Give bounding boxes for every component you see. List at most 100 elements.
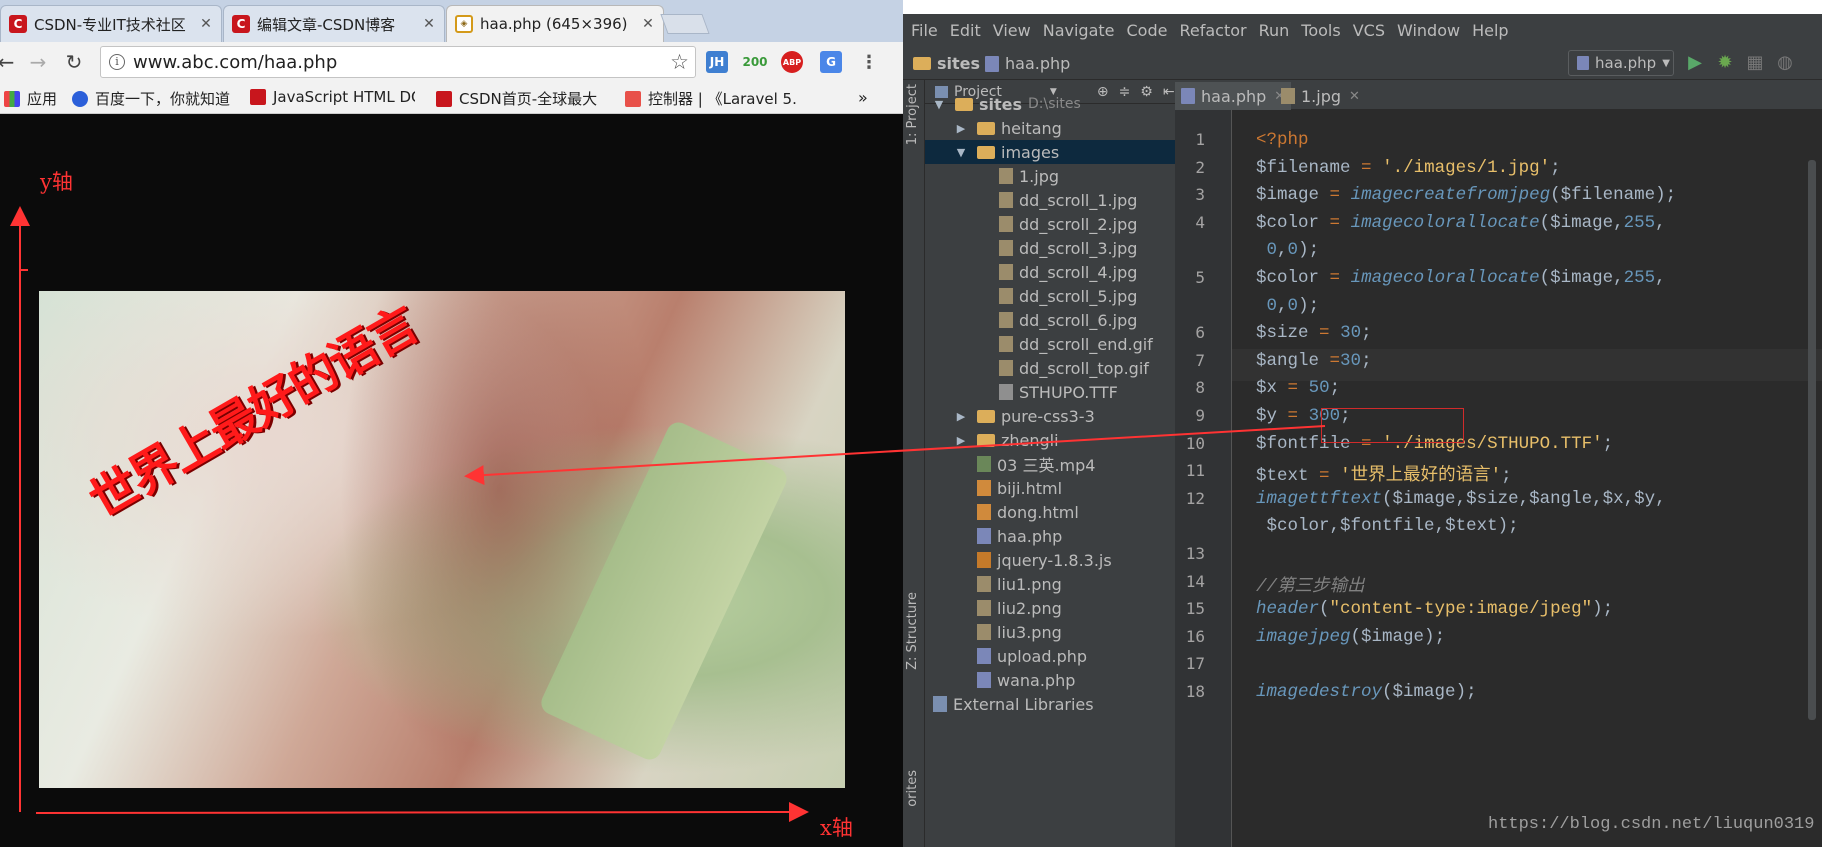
- back-arrow-icon[interactable]: ←: [0, 50, 18, 74]
- bookmark-csdn[interactable]: CSDN首页-全球最大: [436, 88, 608, 109]
- menu-help[interactable]: Help: [1472, 21, 1508, 40]
- code-area[interactable]: <?php $filename = './images/1.jpg'; $image…: [1232, 110, 1822, 847]
- tree-item[interactable]: dd_scroll_top.gif: [925, 356, 1175, 380]
- tab-csdn-edit[interactable]: C 编辑文章-CSDN博客 ✕: [223, 5, 445, 42]
- close-icon[interactable]: ✕: [641, 16, 655, 32]
- tree-item-label: 1.jpg: [1019, 166, 1060, 186]
- editor-tab-1-jpg[interactable]: 1.jpg ✕: [1275, 82, 1366, 110]
- code-line: imagedestroy($image);: [1256, 682, 1477, 702]
- menu-code[interactable]: Code: [1127, 21, 1168, 40]
- tree-item[interactable]: dd_scroll_2.jpg: [925, 212, 1175, 236]
- bookmark-apps[interactable]: 应用: [4, 88, 57, 109]
- run-icon[interactable]: ▶: [1684, 52, 1706, 74]
- tree-item[interactable]: wana.php: [925, 668, 1175, 692]
- img-file-icon: [977, 576, 991, 592]
- collapsed-arrow-icon[interactable]: ▶: [955, 410, 967, 423]
- highlight-box: [1321, 408, 1464, 443]
- tree-item[interactable]: haa.php: [925, 524, 1175, 548]
- csdn-icon: C: [232, 15, 250, 33]
- tree-item[interactable]: 03 三英.mp4: [925, 452, 1175, 476]
- tab-csdn[interactable]: C CSDN-专业IT技术社区 ✕: [0, 5, 222, 42]
- tree-item-label: liu1.png: [997, 574, 1062, 594]
- reload-icon[interactable]: ↻: [62, 50, 86, 74]
- menu-window[interactable]: Window: [1397, 21, 1460, 40]
- laravel-icon: [625, 90, 641, 107]
- tree-item[interactable]: upload.php: [925, 644, 1175, 668]
- bookmarks-overflow[interactable]: »: [858, 88, 868, 107]
- tree-item[interactable]: ▶ heitang: [925, 116, 1175, 140]
- tab-favorites-tool[interactable]: orites: [905, 770, 920, 807]
- menu-navigate[interactable]: Navigate: [1043, 21, 1115, 40]
- bookmark-star-icon[interactable]: ☆: [670, 50, 689, 74]
- debug-icon[interactable]: ✹: [1714, 52, 1736, 74]
- tree-item[interactable]: dd_scroll_4.jpg: [925, 260, 1175, 284]
- menu-view[interactable]: View: [993, 21, 1031, 40]
- close-icon[interactable]: ✕: [1349, 89, 1360, 104]
- code-line: header("content-type:image/jpeg");: [1256, 599, 1614, 620]
- folder-icon: [955, 97, 973, 111]
- tree-item-label: dd_scroll_5.jpg: [1019, 286, 1138, 306]
- tree-item[interactable]: STHUPO.TTF: [925, 380, 1175, 404]
- tab-haa-php[interactable]: ◈ haa.php (645×396) ✕: [446, 5, 664, 42]
- run-config-select[interactable]: haa.php ▼: [1568, 50, 1674, 76]
- tab-project-tool[interactable]: 1: Project: [905, 84, 920, 145]
- img-file-icon: [999, 264, 1013, 280]
- menu-run[interactable]: Run: [1259, 21, 1290, 40]
- menu-vcs[interactable]: VCS: [1353, 21, 1385, 40]
- tree-item[interactable]: dd_scroll_3.jpg: [925, 236, 1175, 260]
- ext-status-icon[interactable]: 200: [740, 51, 770, 73]
- tree-item[interactable]: liu2.png: [925, 596, 1175, 620]
- close-icon[interactable]: ✕: [422, 16, 436, 32]
- tree-item[interactable]: ▼ images: [925, 140, 1175, 164]
- menu-tools[interactable]: Tools: [1301, 21, 1340, 40]
- editor-tab-haa-php[interactable]: haa.php ✕: [1175, 82, 1292, 110]
- expanded-arrow-icon[interactable]: ▼: [933, 98, 945, 111]
- tree-item[interactable]: biji.html: [925, 476, 1175, 500]
- tree-item[interactable]: dd_scroll_end.gif: [925, 332, 1175, 356]
- breadcrumb-sites[interactable]: sites: [913, 54, 980, 73]
- expanded-arrow-icon[interactable]: ▼: [955, 146, 967, 159]
- tree-item[interactable]: ▶ zhengli: [925, 428, 1175, 452]
- tree-item[interactable]: dong.html: [925, 500, 1175, 524]
- line-number: 10: [1185, 433, 1205, 453]
- csdn-icon: [436, 90, 452, 107]
- tree-item[interactable]: liu3.png: [925, 620, 1175, 644]
- menu-file[interactable]: File: [911, 21, 938, 40]
- tab-structure-tool[interactable]: Z: Structure: [905, 592, 920, 670]
- forward-arrow-icon[interactable]: →: [26, 50, 50, 74]
- address-bar[interactable]: i www.abc.com/haa.php ☆: [100, 46, 696, 78]
- info-icon[interactable]: i: [109, 54, 125, 70]
- coverage-icon[interactable]: ▦: [1744, 52, 1766, 74]
- menu-refactor[interactable]: Refactor: [1179, 21, 1246, 40]
- tree-item[interactable]: jquery-1.8.3.js: [925, 548, 1175, 572]
- tab-label: CSDN-专业IT技术社区: [34, 15, 186, 34]
- editor-scrollbar[interactable]: [1808, 160, 1816, 720]
- php-image-icon: ◈: [455, 15, 473, 33]
- tree-item[interactable]: dd_scroll_6.jpg: [925, 308, 1175, 332]
- tree-item[interactable]: liu1.png: [925, 572, 1175, 596]
- adblock-icon[interactable]: ABP: [781, 51, 803, 73]
- translate-icon[interactable]: G: [820, 51, 842, 73]
- collapsed-arrow-icon[interactable]: ▶: [955, 434, 967, 447]
- breadcrumb-file[interactable]: haa.php: [985, 54, 1070, 73]
- tree-item[interactable]: External Libraries: [925, 692, 1175, 716]
- new-tab-button[interactable]: [660, 14, 710, 34]
- bookmark-laravel[interactable]: 控制器 | 《Laravel 5.: [625, 88, 797, 109]
- tree-item[interactable]: ▼ sites D:\sites: [925, 92, 1175, 116]
- ext-jh-icon[interactable]: JH: [706, 51, 728, 73]
- code-line: 0,0);: [1266, 295, 1320, 316]
- tree-item[interactable]: dd_scroll_5.jpg: [925, 284, 1175, 308]
- menu-edit[interactable]: Edit: [950, 21, 981, 40]
- menu-kebab-icon[interactable]: ⋮: [860, 51, 878, 73]
- tree-item[interactable]: ▶ pure-css3-3: [925, 404, 1175, 428]
- profile-icon[interactable]: ◍: [1774, 52, 1796, 74]
- close-icon[interactable]: ✕: [199, 16, 213, 32]
- breadcrumb-label: sites: [937, 54, 981, 73]
- code-line: //第三步输出: [1256, 576, 1365, 597]
- collapsed-arrow-icon[interactable]: ▶: [955, 122, 967, 135]
- bookmark-javascript[interactable]: JavaScript HTML DO: [250, 88, 415, 106]
- baidu-paw-icon: [72, 90, 88, 107]
- bookmark-baidu[interactable]: 百度一下，你就知道: [72, 88, 230, 109]
- tree-item[interactable]: dd_scroll_1.jpg: [925, 188, 1175, 212]
- tree-item[interactable]: 1.jpg: [925, 164, 1175, 188]
